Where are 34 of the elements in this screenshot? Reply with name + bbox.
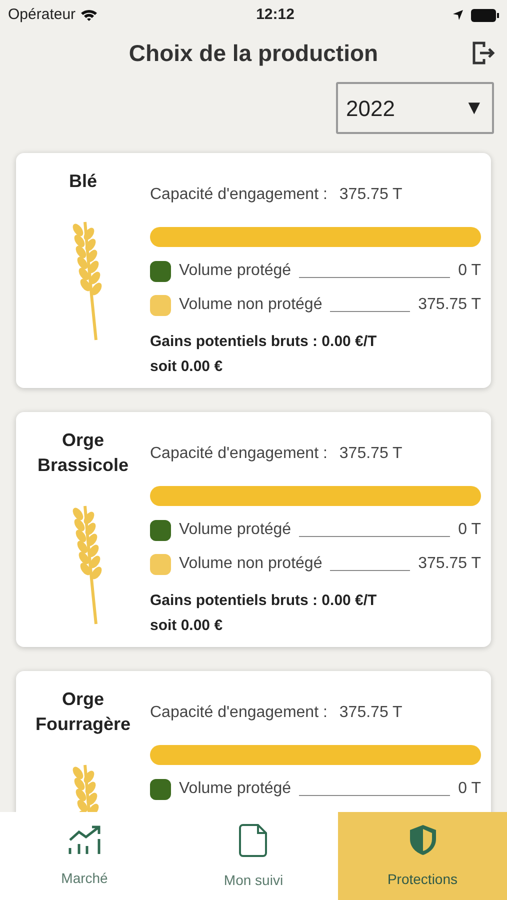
legend-label: Volume protégé [179, 520, 292, 540]
capacity-value: 375.75 T [339, 444, 402, 464]
capacity-label: Capacité d'engagement : [150, 444, 328, 464]
wifi-icon [80, 8, 98, 22]
total-text: soit 0.00 € [150, 616, 224, 636]
legend-value: 0 T [458, 261, 481, 281]
location-icon [452, 10, 463, 20]
nav-tab[interactable]: Protections [338, 812, 507, 900]
page-title: Choix de la production [128, 38, 378, 68]
capacity-value: 375.75 T [339, 703, 402, 723]
legend-label: Volume non protégé [179, 554, 322, 574]
legend-value: 0 T [458, 520, 481, 540]
crop-name: Orge Fourragère [34, 688, 132, 736]
clock-text: 12:12 [256, 4, 294, 25]
gains-text: Gains potentiels bruts : 0.00 €/T [150, 591, 378, 611]
capacity-label: Capacité d'engagement : [150, 185, 328, 205]
total-text: soit 0.00 € [150, 356, 224, 376]
legend-label: Volume non protégé [179, 295, 322, 315]
legend-value: 375.75 T [418, 295, 481, 315]
year-select[interactable]: 2022 ▼ [336, 82, 494, 134]
crop-name: Blé [68, 170, 98, 193]
crop-name: Orge Brassicole [36, 429, 130, 477]
logout-button[interactable] [471, 40, 495, 66]
legend-value: 375.75 T [418, 554, 481, 574]
capacity-label: Capacité d'engagement : [150, 703, 328, 723]
legend-label: Volume protégé [179, 261, 292, 281]
document-icon [238, 822, 270, 858]
chart-icon [66, 824, 102, 856]
legend-label: Volume protégé [179, 779, 292, 799]
capacity-value: 375.75 T [339, 185, 402, 205]
battery-icon [470, 8, 499, 22]
carrier-text: Opérateur [8, 4, 76, 25]
legend-value: 0 T [458, 779, 481, 799]
gains-text: Gains potentiels bruts : 0.00 €/T [150, 332, 378, 352]
